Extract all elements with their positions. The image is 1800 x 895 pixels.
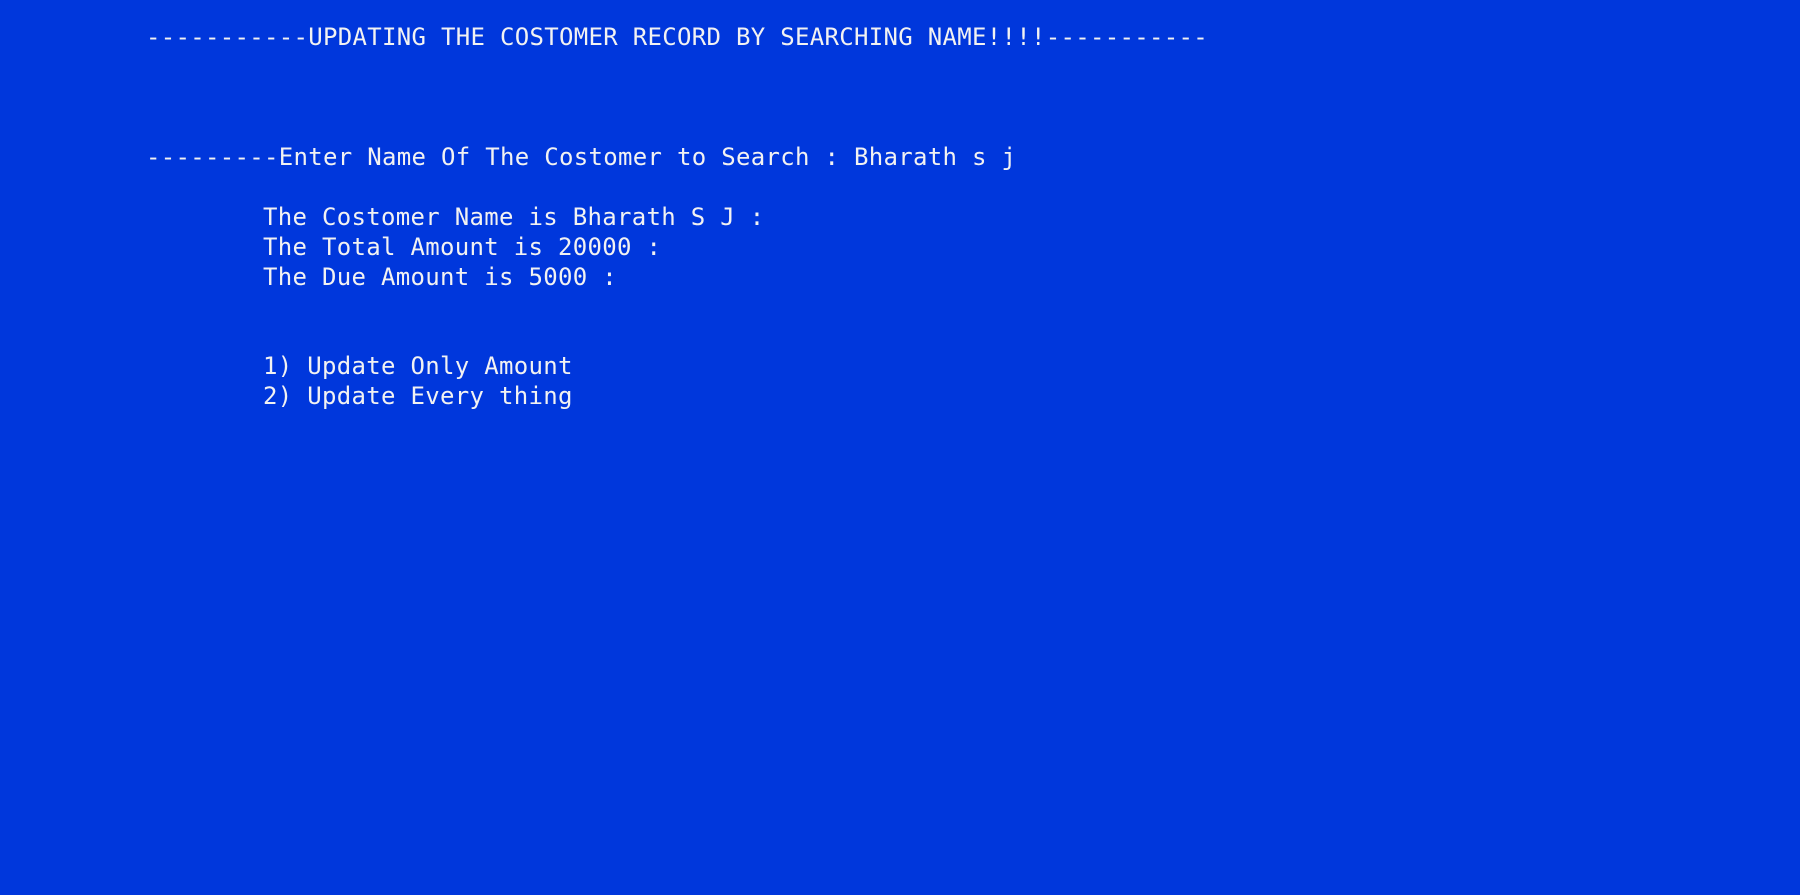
- menu-option-update-amount[interactable]: 1) Update Only Amount: [263, 351, 573, 381]
- due-amount-line: The Due Amount is 5000 :: [263, 263, 617, 291]
- search-input[interactable]: Bharath s j: [854, 143, 1016, 171]
- search-prompt: ---------Enter Name Of The Costomer to S…: [146, 142, 1016, 172]
- search-prompt-label: ---------Enter Name Of The Costomer to S…: [146, 143, 854, 171]
- total-amount-line: The Total Amount is 20000 :: [263, 233, 662, 261]
- console-window: -----------UPDATING THE COSTOMER RECORD …: [0, 0, 1800, 895]
- page-title: -----------UPDATING THE COSTOMER RECORD …: [146, 23, 1208, 51]
- menu-option-update-everything[interactable]: 2) Update Every thing: [263, 381, 573, 411]
- customer-name-line: The Costomer Name is Bharath S J :: [263, 203, 765, 231]
